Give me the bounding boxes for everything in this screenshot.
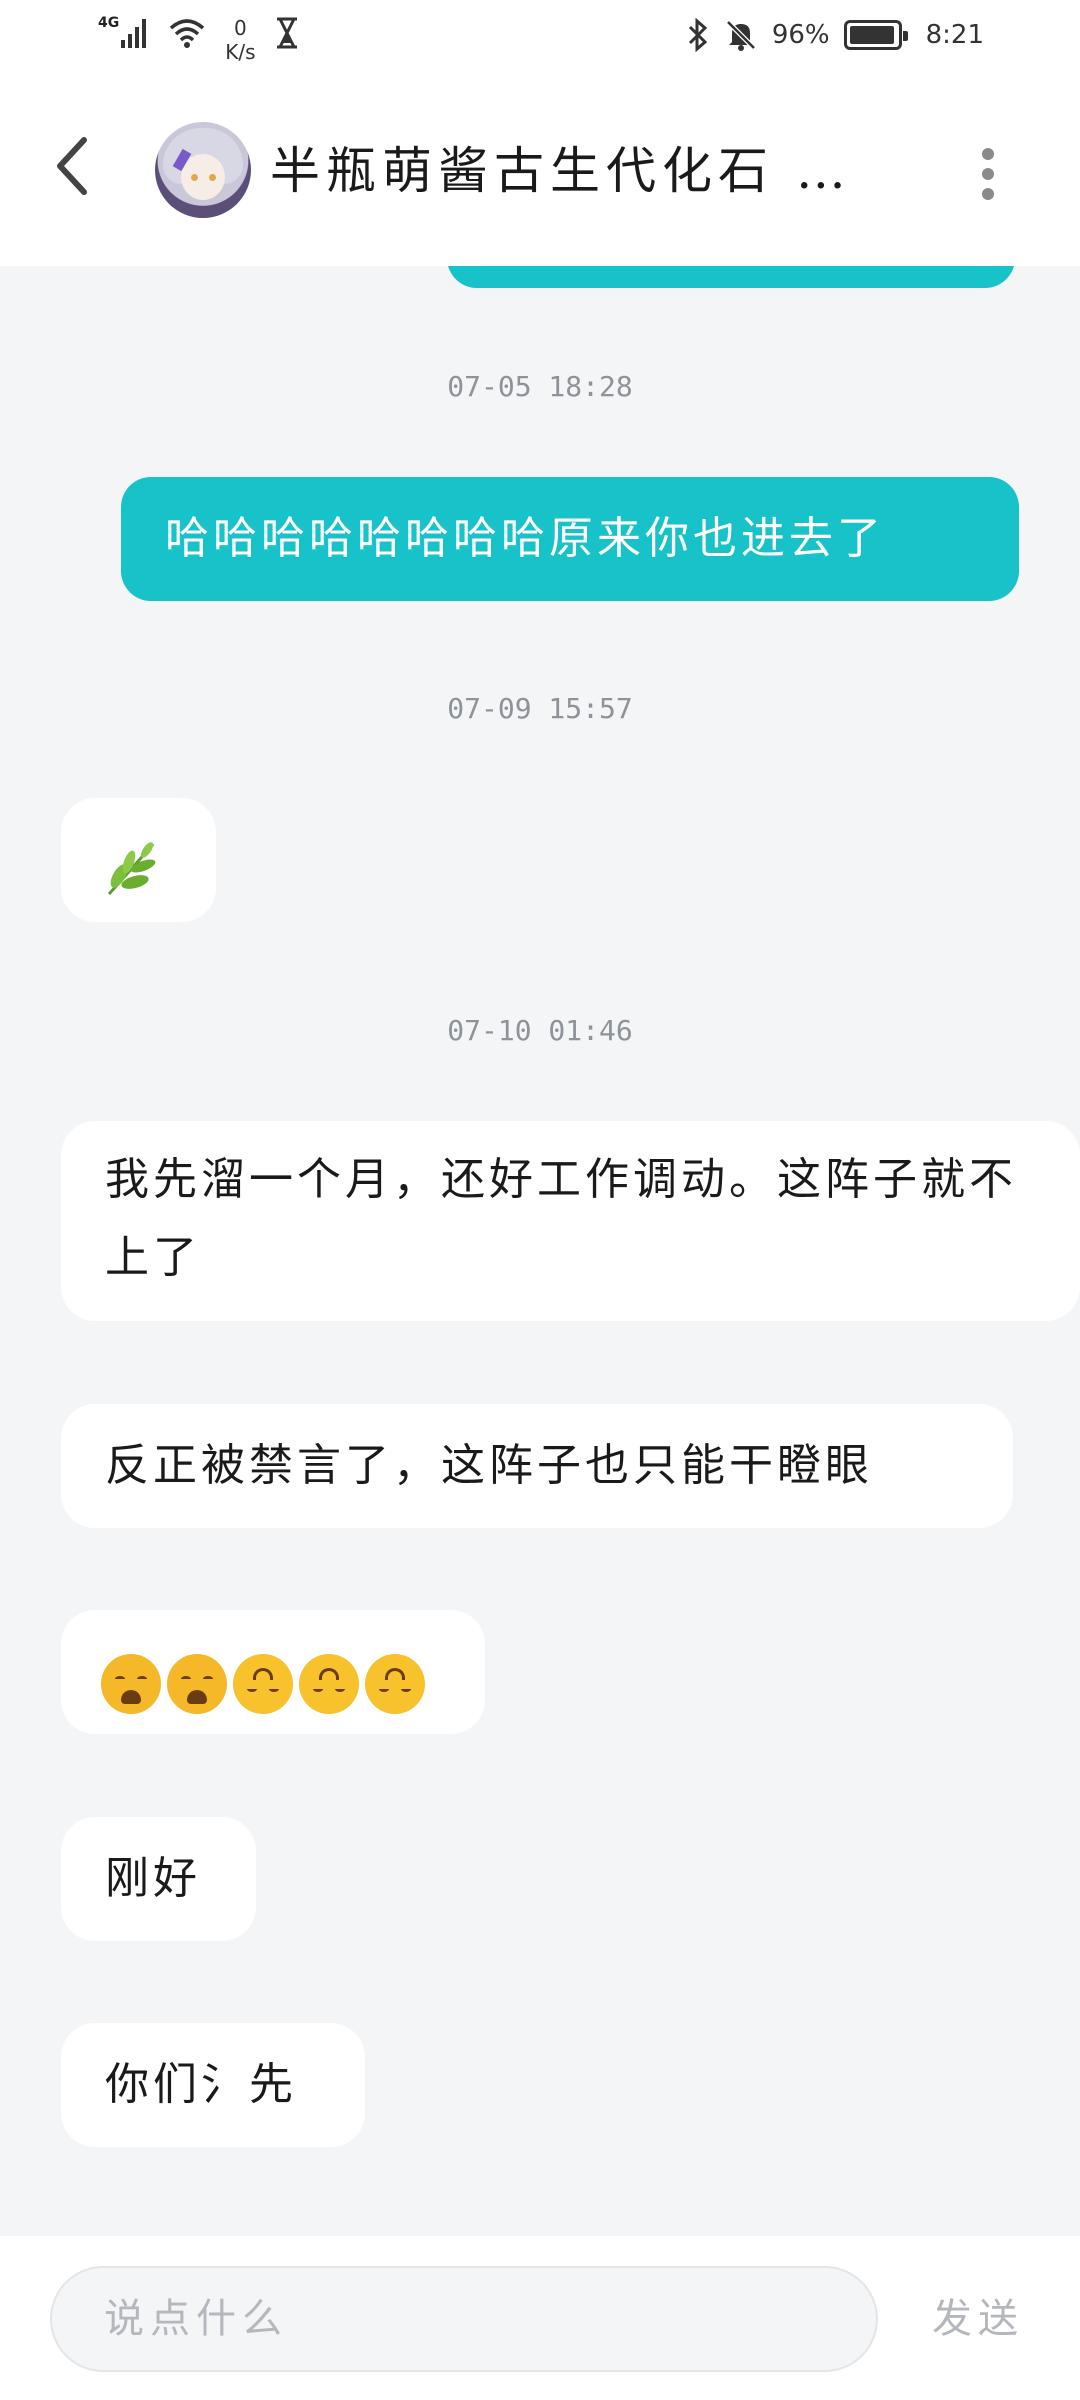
message-input[interactable]: 说点什么 <box>50 2266 878 2372</box>
message-bubble-incoming[interactable] <box>61 798 216 922</box>
battery-percent: 96% <box>771 20 830 50</box>
weary-face-emoji <box>167 1653 227 1714</box>
battery-fill <box>849 26 894 44</box>
herb-emoji <box>107 841 156 895</box>
wifi-icon <box>170 19 205 48</box>
clock: 8:21 <box>925 20 984 50</box>
upside-down-face-emoji <box>299 1653 359 1714</box>
message-bubble-outgoing[interactable]: 哈哈哈哈哈哈哈哈原来你也进去了 <box>121 477 1019 601</box>
weary-face-emoji <box>101 1653 161 1714</box>
bluetooth-icon <box>688 18 708 52</box>
back-arrow-icon <box>57 137 87 195</box>
upside-down-face-emoji <box>365 1653 425 1714</box>
more-options-button[interactable] <box>968 140 1008 210</box>
avatar[interactable] <box>155 122 251 218</box>
more-vertical-icon <box>982 148 994 160</box>
hourglass-icon <box>276 17 297 49</box>
upside-down-face-emoji <box>233 1653 293 1714</box>
message-bubble-incoming[interactable]: 刚好 <box>61 1817 256 1941</box>
compose-bar: 说点什么 发送 <box>0 2236 1080 2400</box>
message-bubble-incoming[interactable]: 反正被禁言了，这阵子也只能干瞪眼 <box>61 1404 1013 1528</box>
bell-off-icon <box>726 20 756 51</box>
message-text: 反正被禁言了，这阵子也只能干瞪眼 <box>105 1440 873 1491</box>
timestamp: 07-09 15:57 <box>447 692 633 725</box>
network-type: 4G <box>98 15 120 31</box>
timestamp: 07-10 01:46 <box>447 1014 633 1047</box>
signal-icon: 4G <box>98 16 149 50</box>
back-button[interactable] <box>46 130 102 202</box>
message-text: 哈哈哈哈哈哈哈哈原来你也进去了 <box>165 513 885 564</box>
message-text: 刚好 <box>105 1853 201 1904</box>
message-bubble-incoming[interactable]: 你们氵先 <box>61 2023 365 2147</box>
send-button[interactable]: 发送 <box>932 2266 1042 2372</box>
timestamp: 07-05 18:28 <box>447 370 633 403</box>
message-bubble-incoming[interactable] <box>61 1610 485 1734</box>
message-text: 我先溜一个月，还好工作调动。这阵子就不上了 <box>105 1154 1017 1283</box>
chat-title[interactable]: 半瓶萌酱古生代化石 … <box>270 138 870 204</box>
speed-unit: K/s <box>225 40 256 64</box>
chat-header: 半瓶萌酱古生代化石 … <box>0 80 1080 266</box>
status-bar: 4G 0 K/s 96% 8:21 <box>0 0 1080 80</box>
network-speed: 0 K/s <box>225 16 255 64</box>
signal-bars-icon <box>121 19 147 48</box>
message-text: 你们氵先 <box>105 2059 297 2110</box>
message-bubble-outgoing-partial[interactable] <box>447 266 1015 288</box>
speed-value: 0 <box>234 16 247 40</box>
message-bubble-incoming[interactable]: 我先溜一个月，还好工作调动。这阵子就不上了 <box>61 1121 1080 1321</box>
battery-icon <box>843 20 908 50</box>
message-list[interactable]: 07-05 18:28 哈哈哈哈哈哈哈哈原来你也进去了 07-09 15:57 … <box>0 266 1080 2236</box>
